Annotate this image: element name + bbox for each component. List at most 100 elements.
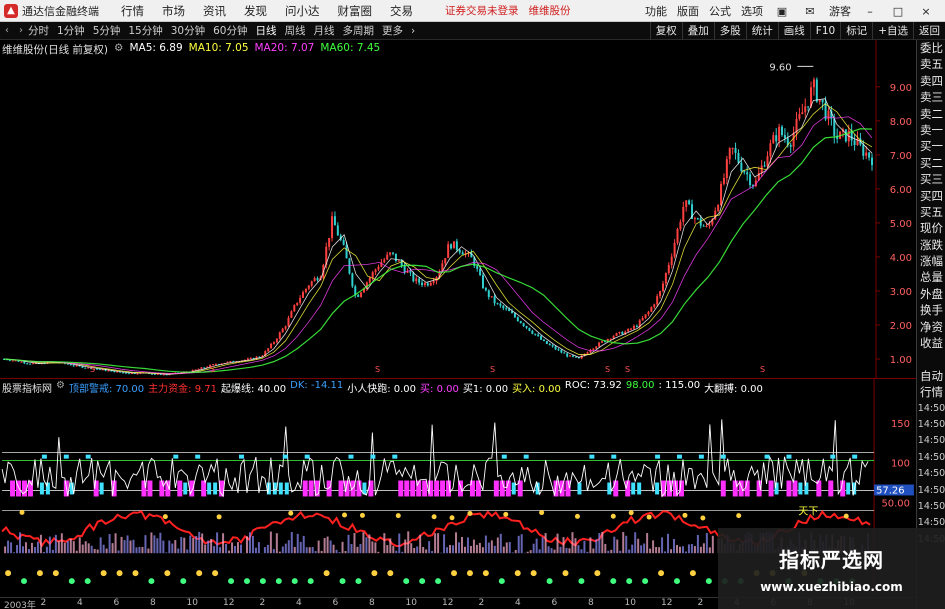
sidebar-item[interactable]: 卖一 (917, 122, 945, 138)
event-marker: S (490, 365, 495, 374)
tool-draw[interactable]: 画线 (777, 21, 810, 40)
menu-layout[interactable]: 版面 (677, 3, 699, 19)
sidebar-item[interactable]: 14:50 (917, 466, 945, 482)
candle-body (23, 361, 26, 364)
candle-body (534, 333, 537, 335)
time-axis-label: 12 (223, 598, 235, 608)
price-chart[interactable]: 9.00 8.00 7.00 6.00 5.00 4.00 3.00 2.00 1.00 9.6… (0, 40, 916, 378)
menu-trade[interactable]: 交易 (390, 3, 413, 19)
menu-options[interactable]: 选项 (741, 3, 763, 19)
nav-forward-icon[interactable]: › (14, 25, 28, 36)
menu-discover[interactable]: 发现 (244, 3, 267, 19)
period-intraday[interactable]: 分时 (28, 23, 49, 38)
signal-bar (846, 482, 851, 495)
period-1min[interactable]: 1分钟 (57, 23, 85, 38)
candle-body (705, 225, 708, 227)
tool-back[interactable]: 返回 (913, 21, 945, 40)
volume-bar (517, 535, 520, 554)
volume-bar (329, 540, 332, 554)
sidebar-item[interactable]: 14:50 (917, 450, 945, 466)
menu-ask[interactable]: 问小达 (285, 3, 320, 19)
sidebar-item[interactable]: 买五 (917, 204, 945, 220)
login-notice[interactable]: 证券交易未登录 (445, 3, 519, 18)
sidebar-item[interactable]: 卖三 (917, 89, 945, 105)
mail-icon[interactable]: ✉ (801, 5, 819, 18)
volume-bar (553, 549, 556, 554)
sidebar-item[interactable]: 卖四 (917, 73, 945, 89)
volume-bar (174, 540, 177, 554)
sidebar-item[interactable]: 买二 (917, 155, 945, 171)
close-icon[interactable]: × (917, 5, 935, 18)
menu-function[interactable]: 功能 (645, 3, 667, 19)
buy-signal-marker (387, 570, 394, 577)
volume-bar (419, 534, 422, 554)
candle-body (444, 258, 447, 264)
period-30min[interactable]: 30分钟 (171, 23, 205, 38)
signal-dot (195, 454, 201, 459)
sidebar-item[interactable]: 委比 (917, 40, 945, 56)
volume-bar (565, 547, 568, 554)
candle-body (333, 216, 336, 226)
ma-settings-icon[interactable]: ⚙ (114, 42, 123, 57)
sidebar-item[interactable]: 卖二 (917, 106, 945, 122)
guest-label[interactable]: 游客 (829, 3, 851, 19)
candle-body (249, 357, 252, 359)
indicator-settings-icon[interactable]: ⚙ (56, 380, 65, 395)
tool-add-watchlist[interactable]: +自选 (872, 21, 913, 40)
volume-bar (661, 537, 664, 554)
settings-icon[interactable]: ▣ (773, 5, 791, 18)
period-15min[interactable]: 15分钟 (128, 23, 162, 38)
sidebar-item[interactable]: 涨幅 (917, 253, 945, 269)
menu-news[interactable]: 资讯 (203, 3, 226, 19)
indicator-runner: 小人快跑: 0.00 (347, 384, 417, 395)
maximize-icon[interactable]: □ (889, 5, 907, 18)
tool-overlay[interactable]: 叠加 (681, 21, 714, 40)
candle-body (447, 244, 450, 259)
title-bar: ▲ 通达信金融终端 行情 市场 资讯 发现 问小达 财富圈 交易 证券交易未登录… (0, 0, 945, 22)
sidebar-item[interactable]: 买四 (917, 188, 945, 204)
volume-bar (24, 542, 27, 554)
period-daily[interactable]: 日线 (256, 23, 277, 38)
tool-f10[interactable]: F10 (809, 21, 840, 40)
menu-formula[interactable]: 公式 (709, 3, 731, 19)
sidebar-item[interactable]: 净资 (917, 319, 945, 335)
volume-bar (299, 541, 302, 554)
sidebar-item[interactable]: 自动 (917, 368, 945, 384)
sidebar-item[interactable]: 14:50 (917, 433, 945, 449)
tool-stats[interactable]: 统计 (745, 21, 778, 40)
sidebar-item[interactable]: 卖五 (917, 56, 945, 72)
sidebar-item[interactable]: 换手 (917, 302, 945, 318)
sidebar-item[interactable]: 行情 (917, 384, 945, 400)
chevron-right-icon[interactable]: › (411, 25, 415, 37)
sidebar-item[interactable]: 涨跌 (917, 237, 945, 253)
sidebar-item[interactable]: 外盘 (917, 286, 945, 302)
sidebar-item[interactable]: 14:50 (917, 483, 945, 499)
tool-adjust[interactable]: 复权 (649, 21, 682, 40)
sidebar-item[interactable]: 14:50 (917, 401, 945, 417)
nav-back-icon[interactable]: ‹ (0, 25, 14, 36)
candle-body (516, 317, 519, 322)
candle-body (107, 370, 110, 372)
sidebar-item[interactable]: 买一 (917, 138, 945, 154)
menu-market[interactable]: 市场 (162, 3, 185, 19)
minimize-icon[interactable]: – (861, 5, 879, 18)
menu-quotes[interactable]: 行情 (121, 3, 144, 19)
period-weekly[interactable]: 周线 (285, 23, 306, 38)
sidebar-item[interactable]: 收益 (917, 335, 945, 351)
tool-multistock[interactable]: 多股 (713, 21, 746, 40)
sidebar-item[interactable]: 14:50 (917, 417, 945, 433)
period-multi[interactable]: 多周期 (343, 23, 375, 38)
period-more[interactable]: 更多 (382, 23, 403, 38)
tool-mark[interactable]: 标记 (840, 21, 872, 40)
sidebar-item[interactable]: 买三 (917, 171, 945, 187)
period-60min[interactable]: 60分钟 (213, 23, 247, 38)
menu-wealth[interactable]: 财富圈 (338, 3, 373, 19)
volume-bar (162, 540, 165, 554)
sidebar-item[interactable]: 总量 (917, 269, 945, 285)
volume-bar (481, 547, 484, 554)
volume-bar (359, 543, 362, 554)
sidebar-item[interactable]: 现价 (917, 220, 945, 236)
period-monthly[interactable]: 月线 (314, 23, 335, 38)
sidebar-item[interactable]: 14:50 (917, 499, 945, 515)
period-5min[interactable]: 5分钟 (93, 23, 121, 38)
